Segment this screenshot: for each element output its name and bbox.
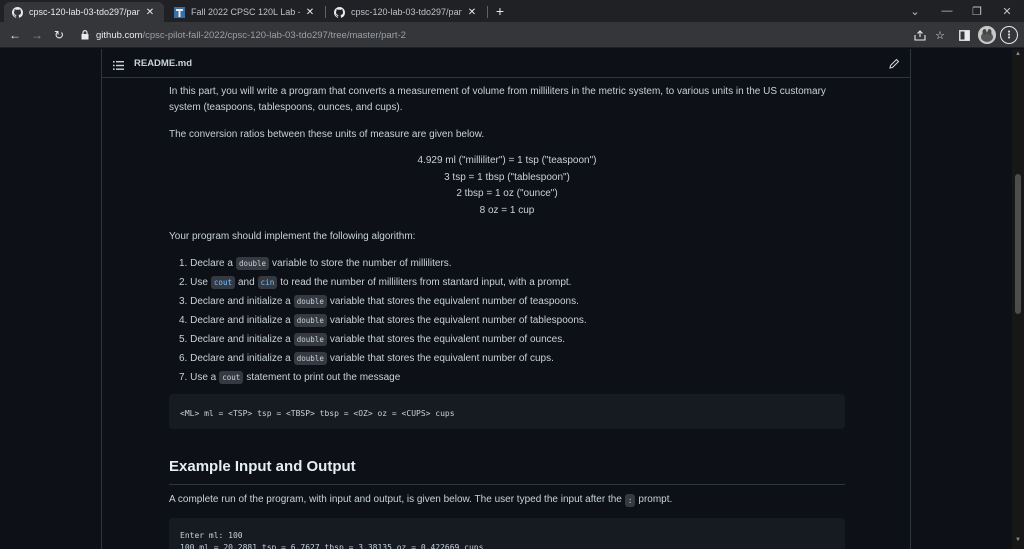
step-text: Use a: [190, 371, 217, 383]
new-tab-button[interactable]: +: [492, 2, 508, 20]
tab-part-2[interactable]: cpsc-120-lab-03-tdo297/part-2 a ✕: [4, 2, 164, 22]
restore-icon[interactable]: ❐: [960, 0, 994, 22]
lock-icon[interactable]: [80, 30, 90, 40]
reload-icon[interactable]: ↻: [50, 26, 68, 44]
forward-arrow-icon[interactable]: →: [28, 26, 46, 44]
profile-avatar[interactable]: [978, 26, 996, 44]
formula-line: 2 tbsp = 1 oz ("ounce"): [456, 188, 558, 199]
step-text: Use: [190, 276, 208, 288]
minimize-icon[interactable]: —: [930, 0, 964, 22]
readme-header: README.md: [101, 49, 911, 78]
close-icon[interactable]: ✕: [144, 7, 156, 18]
bookmark-star-icon[interactable]: ☆: [932, 27, 948, 43]
algorithm-steps: 1. Declare a double variable to store the …: [179, 254, 587, 387]
list-item: 7. Use a cout statement to print out the m…: [179, 368, 587, 387]
example-paragraph: A complete run of the program, with inpu…: [169, 492, 672, 508]
example-run-code-block[interactable]: Enter ml: 100 100 ml = 20.2881 tsp = 6.7…: [169, 518, 845, 549]
inline-code: cout: [210, 276, 235, 289]
inline-code: :: [624, 493, 636, 507]
list-icon[interactable]: [113, 58, 124, 70]
tab-search-chevron-icon[interactable]: ⌄: [898, 0, 932, 22]
inline-code: double: [293, 295, 327, 308]
scroll-down-arrow-icon[interactable]: ▼: [1012, 537, 1024, 547]
step-number: 4.: [179, 314, 188, 326]
intro-paragraph: In this part, you will write a program t…: [169, 86, 826, 113]
readme-title: README.md: [134, 57, 193, 69]
step-text: variable that stores the equivalent numb…: [329, 352, 554, 364]
formula-line: 8 oz = 1 cup: [479, 204, 535, 216]
github-icon: [12, 6, 23, 18]
page-scrollbar[interactable]: ▲ ▼: [1012, 49, 1024, 549]
url-host: github.com: [96, 29, 143, 41]
step-number: 1.: [179, 257, 188, 269]
tab-course[interactable]: Fall 2022 CPSC 120L Lab - All Se ✕: [166, 2, 324, 22]
inline-code: double: [293, 314, 327, 327]
step-number: 5.: [179, 333, 188, 345]
inline-code: double: [293, 352, 327, 365]
scroll-up-arrow-icon[interactable]: ▲: [1012, 51, 1024, 61]
step-text: statement to print out the message: [246, 371, 401, 383]
list-item: 5. Declare and initialize a double variabl…: [179, 330, 587, 349]
inline-code: cin: [257, 276, 278, 289]
conversion-formulas: 4.929 ml ("milliliter") = 1 tsp ("teaspo…: [169, 153, 845, 219]
step-text: Declare a: [190, 257, 233, 269]
share-icon[interactable]: [912, 27, 928, 43]
course-icon: [174, 6, 185, 18]
github-page: README.md In this part, you will write a…: [0, 49, 1012, 549]
pencil-icon[interactable]: [888, 57, 900, 69]
step-text: variable that stores the equivalent numb…: [329, 333, 565, 345]
list-item: 2. Use cout and cin to read the number of mi…: [179, 273, 587, 292]
step-text: variable that stores the equivalent numb…: [329, 314, 587, 326]
github-icon: [334, 6, 345, 18]
algorithm-paragraph: Your program should implement the follow…: [169, 231, 416, 242]
step-number: 7.: [179, 371, 188, 383]
tab-title: Fall 2022 CPSC 120L Lab - All Se: [191, 7, 300, 17]
inline-code: double: [293, 333, 327, 346]
step-text: Declare and initialize a: [190, 314, 291, 326]
step-text: Declare and initialize a: [190, 295, 291, 307]
close-window-icon[interactable]: ✕: [990, 0, 1024, 22]
example-text: prompt.: [638, 494, 673, 505]
tab-part-1[interactable]: cpsc-120-lab-03-tdo297/part-1 a ✕: [326, 2, 486, 22]
inline-code: double: [235, 257, 270, 270]
list-item: 6. Declare and initialize a double variabl…: [179, 349, 587, 368]
example-text: A complete run of the program, with inpu…: [169, 494, 622, 505]
tab-title: cpsc-120-lab-03-tdo297/part-1 a: [351, 7, 462, 17]
url-path: /cpsc-pilot-fall-2022/cpsc-120-lab-03-td…: [142, 29, 406, 41]
step-text: and: [237, 276, 255, 288]
list-item: 1. Declare a double variable to store the …: [179, 254, 587, 273]
close-icon[interactable]: ✕: [466, 7, 478, 18]
scrollbar-thumb[interactable]: [1015, 174, 1021, 314]
step-number: 2.: [179, 276, 188, 288]
ratio-paragraph: The conversion ratios between these unit…: [169, 129, 485, 140]
tab-title: cpsc-120-lab-03-tdo297/part-2 a: [29, 7, 140, 17]
step-text: Declare and initialize a: [190, 352, 291, 364]
menu-kebab-icon[interactable]: ⋮: [1000, 26, 1018, 44]
list-item: 4. Declare and initialize a double variabl…: [179, 311, 587, 330]
formula-line: 3 tsp = 1 tbsp ("tablespoon"): [444, 171, 570, 183]
tab-strip: cpsc-120-lab-03-tdo297/part-2 a ✕ Fall 2…: [0, 0, 1024, 22]
message-code-block[interactable]: <ML> ml = <TSP> tsp = <TBSP> tbsp = <OZ>…: [169, 394, 845, 429]
step-number: 6.: [179, 352, 188, 364]
browser-toolbar: ← → ↻ github.com /cpsc-pilot-fall-2022/c…: [0, 22, 1024, 48]
step-number: 3.: [179, 295, 188, 307]
side-panel-icon[interactable]: [956, 27, 972, 43]
step-text: Declare and initialize a: [190, 333, 291, 345]
back-arrow-icon[interactable]: ←: [6, 26, 24, 44]
step-text: variable that stores the equivalent numb…: [329, 295, 579, 307]
step-text: to read the number of milliliters from s…: [280, 276, 572, 288]
formula-line: 4.929 ml ("milliliter") = 1 tsp ("teaspo…: [417, 155, 597, 166]
list-item: 3. Declare and initialize a double variabl…: [179, 292, 587, 311]
example-heading: Example Input and Output: [169, 457, 845, 485]
step-text: variable to store the number of millilit…: [272, 257, 452, 269]
tab-separator: [487, 6, 488, 18]
inline-code: cout: [219, 371, 244, 384]
address-bar[interactable]: github.com /cpsc-pilot-fall-2022/cpsc-12…: [80, 25, 952, 45]
close-icon[interactable]: ✕: [304, 7, 316, 18]
